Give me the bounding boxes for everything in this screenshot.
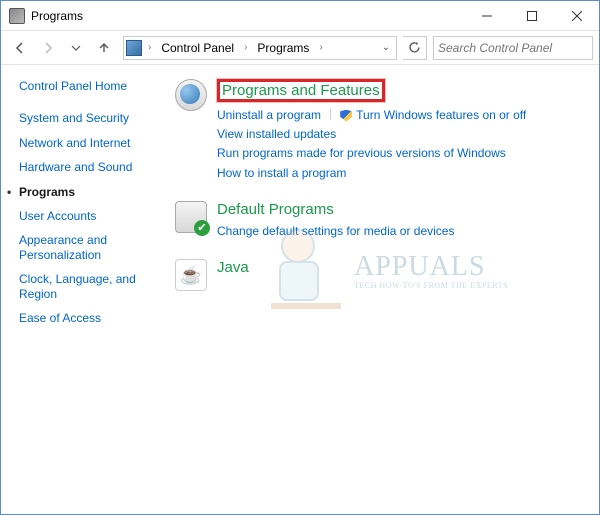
body: Control Panel Home System and Security N… — [1, 65, 599, 514]
section-programs-features: Programs and Features Uninstall a progra… — [175, 79, 585, 183]
sidebar-item-programs[interactable]: Programs — [19, 185, 163, 199]
titlebar: Programs — [1, 1, 599, 31]
maximize-button[interactable] — [509, 1, 554, 30]
sidebar-item-ease-of-access[interactable]: Ease of Access — [19, 311, 163, 325]
control-panel-icon — [126, 40, 142, 56]
java-icon — [175, 259, 207, 291]
link-compatibility[interactable]: Run programs made for previous versions … — [217, 144, 506, 163]
chevron-right-icon: › — [146, 42, 153, 53]
link-uninstall-program[interactable]: Uninstall a program — [217, 106, 321, 125]
app-icon — [9, 8, 25, 24]
sidebar-item-user-accounts[interactable]: User Accounts — [19, 209, 163, 223]
programs-features-heading[interactable]: Programs and Features — [217, 79, 385, 102]
java-heading[interactable]: Java — [217, 259, 585, 276]
section-java: Java — [175, 259, 585, 291]
sidebar-item-home[interactable]: Control Panel Home — [19, 79, 163, 93]
address-bar[interactable]: › Control Panel › Programs › ⌄ — [123, 36, 397, 60]
sidebar-item-hardware-sound[interactable]: Hardware and Sound — [19, 160, 163, 174]
forward-button[interactable] — [35, 35, 61, 61]
address-dropdown-button[interactable]: ⌄ — [378, 42, 394, 53]
section-default-programs: Default Programs Change default settings… — [175, 201, 585, 241]
sidebar: Control Panel Home System and Security N… — [1, 65, 171, 514]
recent-locations-button[interactable] — [63, 35, 89, 61]
default-programs-heading[interactable]: Default Programs — [217, 201, 585, 218]
breadcrumb-current[interactable]: Programs — [253, 41, 313, 55]
link-how-to-install[interactable]: How to install a program — [217, 164, 346, 183]
window: Programs › Control Panel › Pr — [0, 0, 600, 515]
programs-features-icon — [175, 79, 207, 111]
close-button[interactable] — [554, 1, 599, 30]
chevron-right-icon: › — [242, 42, 249, 53]
link-installed-updates[interactable]: View installed updates — [217, 125, 336, 144]
up-button[interactable] — [91, 35, 117, 61]
sidebar-item-appearance[interactable]: Appearance and Personalization — [19, 233, 163, 262]
minimize-button[interactable] — [464, 1, 509, 30]
sidebar-item-network-internet[interactable]: Network and Internet — [19, 136, 163, 150]
link-windows-features[interactable]: Turn Windows features on or off — [340, 106, 526, 125]
search-box[interactable] — [433, 36, 593, 60]
link-windows-features-label: Turn Windows features on or off — [356, 106, 526, 125]
chevron-right-icon: › — [317, 42, 324, 53]
search-input[interactable] — [438, 41, 588, 55]
default-programs-icon — [175, 201, 207, 233]
sidebar-item-system-security[interactable]: System and Security — [19, 111, 163, 125]
link-change-defaults[interactable]: Change default settings for media or dev… — [217, 222, 454, 241]
back-button[interactable] — [7, 35, 33, 61]
content: Programs and Features Uninstall a progra… — [171, 65, 599, 514]
breadcrumb-root[interactable]: Control Panel — [157, 41, 238, 55]
navbar: › Control Panel › Programs › ⌄ — [1, 31, 599, 65]
window-title: Programs — [31, 9, 83, 23]
shield-icon — [340, 110, 352, 122]
sidebar-item-clock-language[interactable]: Clock, Language, and Region — [19, 272, 163, 301]
refresh-button[interactable] — [403, 36, 427, 60]
